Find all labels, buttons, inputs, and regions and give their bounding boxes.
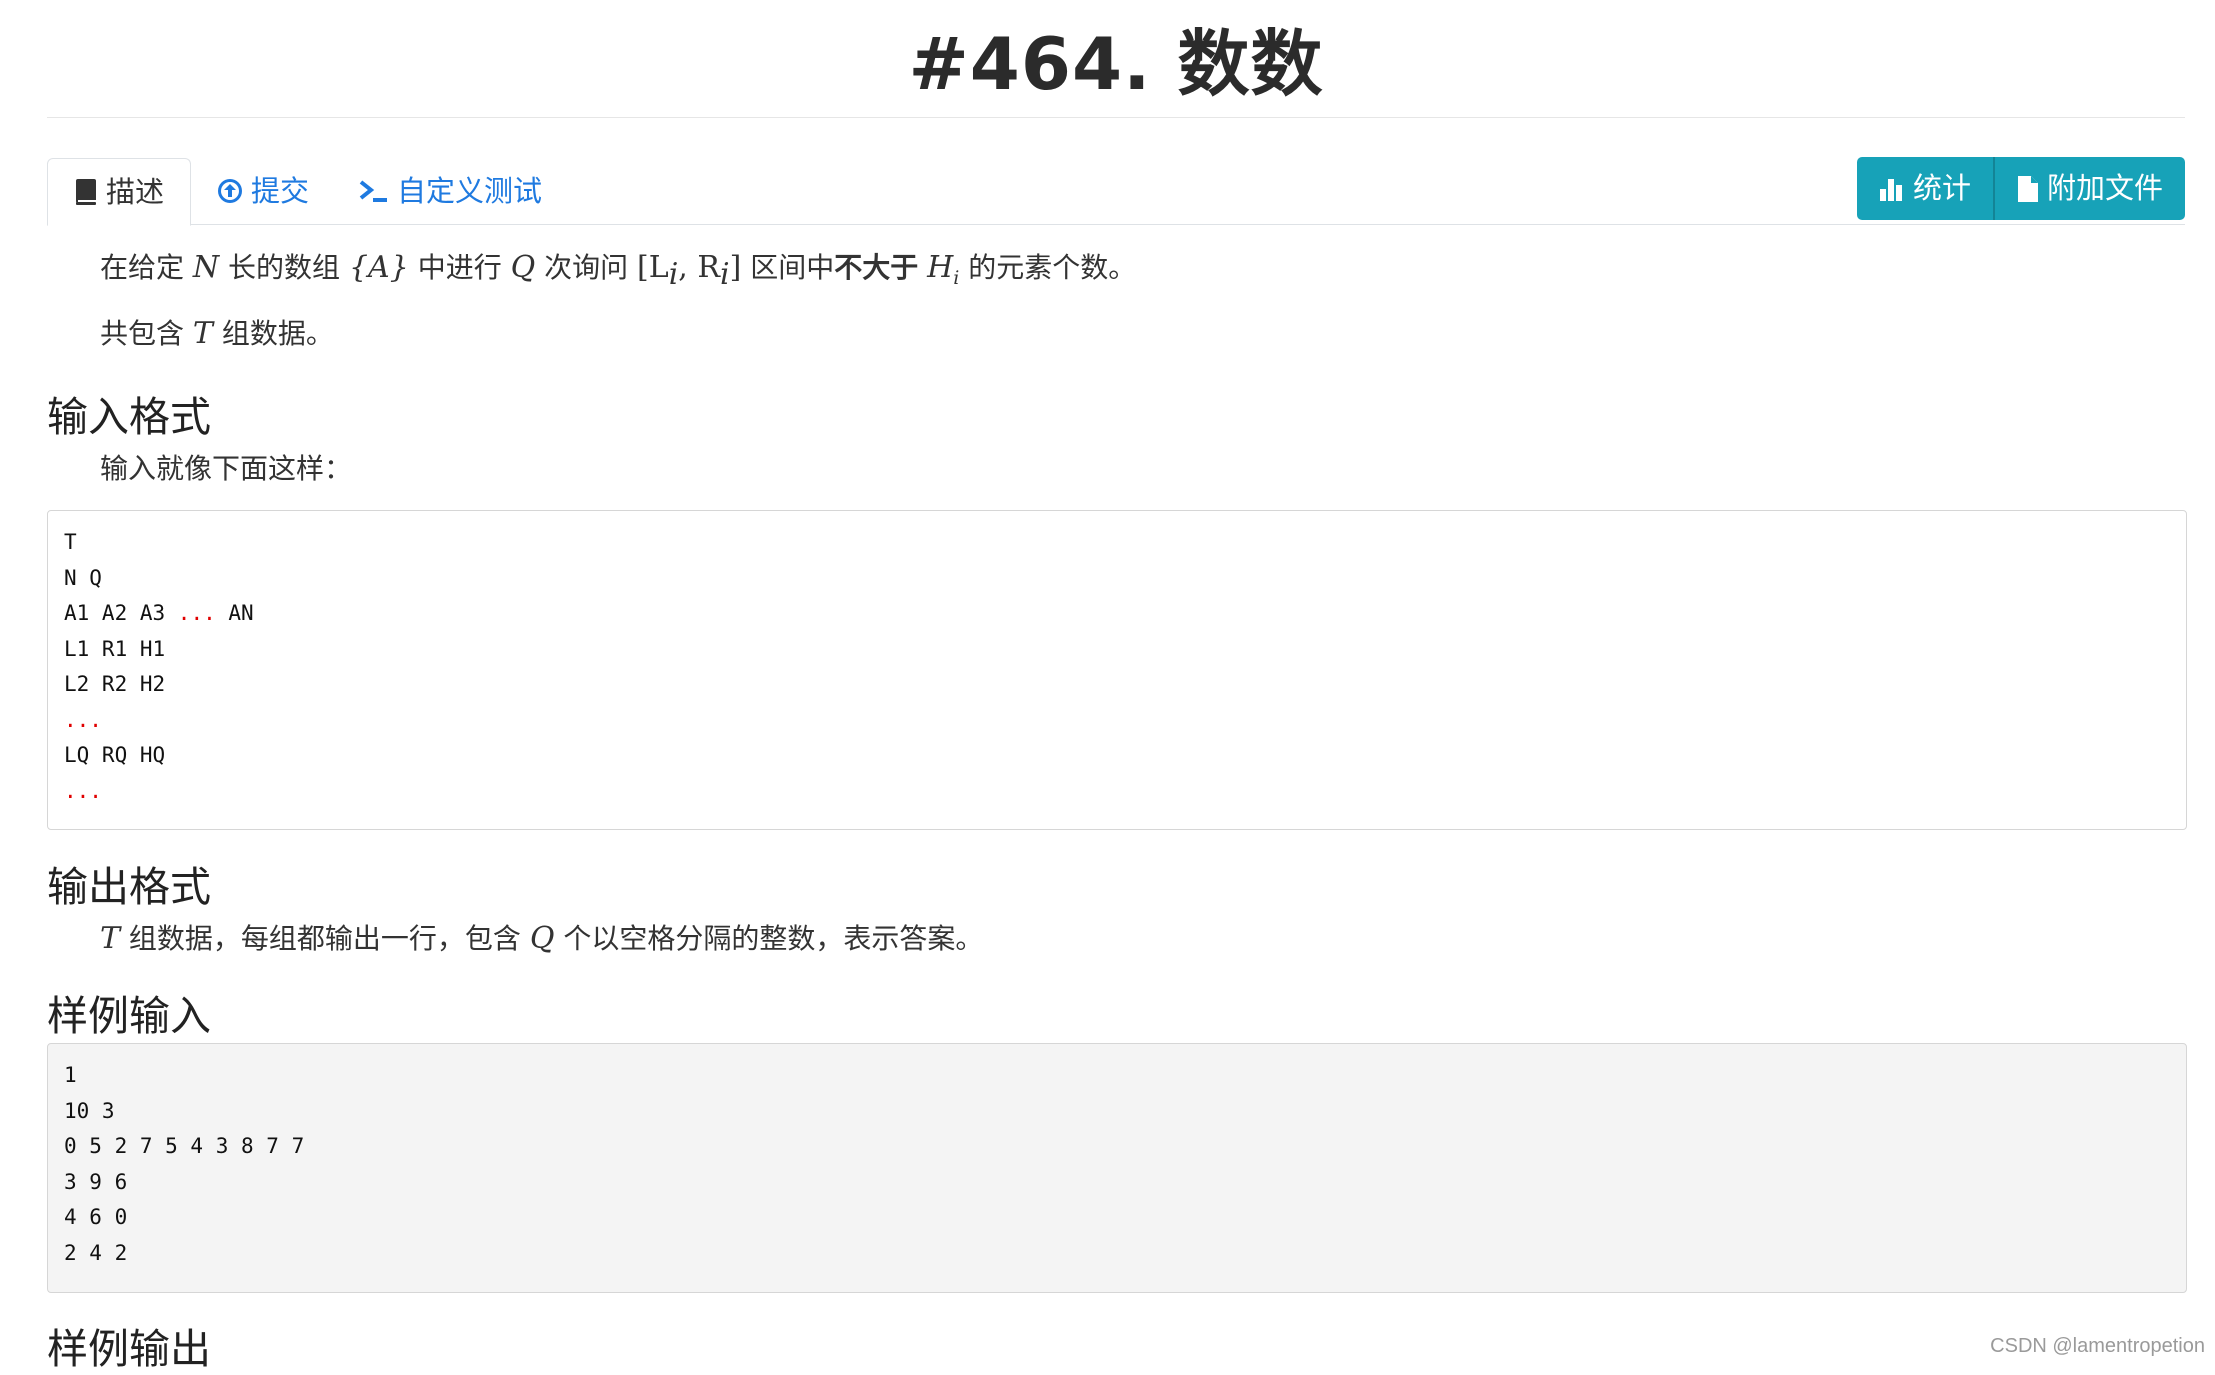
action-buttons: 统计 附加文件: [1856, 157, 2185, 220]
tab-submit[interactable]: 提交: [217, 158, 309, 224]
code-line: N Q: [64, 565, 102, 590]
text: 的元素个数。: [959, 251, 1137, 284]
code-line: L2 R2 H2: [64, 672, 166, 696]
code-line: 10 3: [64, 1098, 115, 1123]
sample-output-heading: 样例输出: [47, 1325, 211, 1373]
math-n: N: [192, 250, 220, 285]
math-part: [L: [637, 250, 669, 285]
code-line: ...: [64, 707, 102, 732]
watermark: CSDN @lamentropetion: [1990, 1335, 2205, 1357]
math-t: T: [100, 921, 121, 956]
text: 区间中: [741, 251, 835, 284]
text: 组数据。: [212, 317, 334, 350]
file-icon: [2017, 175, 2039, 203]
math-t: T: [192, 316, 213, 351]
stats-label: 统计: [1912, 171, 1971, 205]
tab-custom-test[interactable]: 自定义测试: [359, 158, 542, 224]
tab-describe-label: 描述: [106, 175, 165, 209]
math-array-a: {A}: [348, 250, 409, 285]
problem-page: #464. 数数 描述 提交 自定义测试 统计 附加文件 在给定 N 长的数组 …: [47, 0, 2187, 1373]
input-format-code: T N Q A1 A2 A3 ... AN L1 R1 H1 L2 R2 H2... LQ…: [47, 510, 2187, 830]
output-format-heading: 输出格式: [47, 863, 211, 911]
code-line: 4 6 0: [64, 1205, 128, 1229]
input-format-heading: 输入格式: [47, 393, 211, 441]
bar-chart-icon: [1879, 177, 1905, 201]
attachments-label: 附加文件: [2046, 171, 2163, 205]
bold-text: 不大于: [834, 251, 919, 284]
input-format-intro: 输入就像下面这样：: [100, 452, 353, 485]
code-line: L1 R1 H1: [64, 636, 166, 661]
math-interval: [Li, Ri]: [637, 250, 742, 292]
tab-submit-label: 提交: [251, 174, 310, 208]
code-line: 2 4 2: [64, 1240, 128, 1265]
text: 组数据，每组都输出一行，包含: [120, 922, 530, 955]
math-part: H: [927, 250, 954, 285]
math-q: Q: [529, 921, 555, 956]
text: 共包含: [100, 317, 193, 350]
code-line: T: [64, 530, 77, 554]
math-sub: i: [719, 257, 730, 292]
page-title: #464. 数数: [908, 22, 1324, 106]
upload-circle-icon: [217, 178, 243, 204]
text: 中进行: [408, 251, 511, 284]
description-paragraph-1: 在给定 N 长的数组 {A} 中进行 Q 次询问 [Li, Ri] 区间中不大于…: [100, 246, 1136, 292]
terminal-icon: [359, 178, 389, 204]
title-divider: [47, 117, 2185, 118]
math-part: ]: [729, 250, 742, 285]
math-part: , R: [678, 250, 720, 285]
description-paragraph-2: 共包含 T 组数据。: [100, 312, 334, 352]
code-line: 1: [64, 1063, 77, 1087]
tab-custom-test-label: 自定义测试: [397, 174, 543, 208]
sample-input-code: 1 10 3 0 5 2 7 5 4 3 8 7 7 3 9 6 4 6 0 2 4 2: [47, 1043, 2187, 1293]
attachments-button[interactable]: 附加文件: [1992, 157, 2185, 220]
code-line: LQ RQ HQ: [64, 743, 166, 767]
math-h: Hi: [927, 250, 959, 289]
code-line: A1 A2 A3 ... AN: [64, 601, 254, 625]
code-line: ...: [64, 778, 102, 803]
code-line: 0 5 2 7 5 4 3 8 7 7: [64, 1134, 305, 1158]
text: 个以空格分隔的整数，表示答案。: [554, 922, 984, 955]
tab-describe[interactable]: 描述: [47, 158, 192, 226]
output-format-text: T 组数据，每组都输出一行，包含 Q 个以空格分隔的整数，表示答案。: [100, 917, 983, 957]
text: 次询问: [535, 251, 638, 284]
math-sub: i: [668, 257, 679, 292]
code-line: 3 9 6: [64, 1169, 128, 1194]
text: [918, 251, 927, 284]
text: 长的数组: [219, 251, 349, 284]
sample-input-heading: 样例输入: [47, 992, 211, 1040]
book-icon: [74, 178, 98, 206]
text: 在给定: [100, 251, 193, 284]
math-q: Q: [510, 250, 536, 285]
stats-button[interactable]: 统计: [1856, 157, 1993, 220]
